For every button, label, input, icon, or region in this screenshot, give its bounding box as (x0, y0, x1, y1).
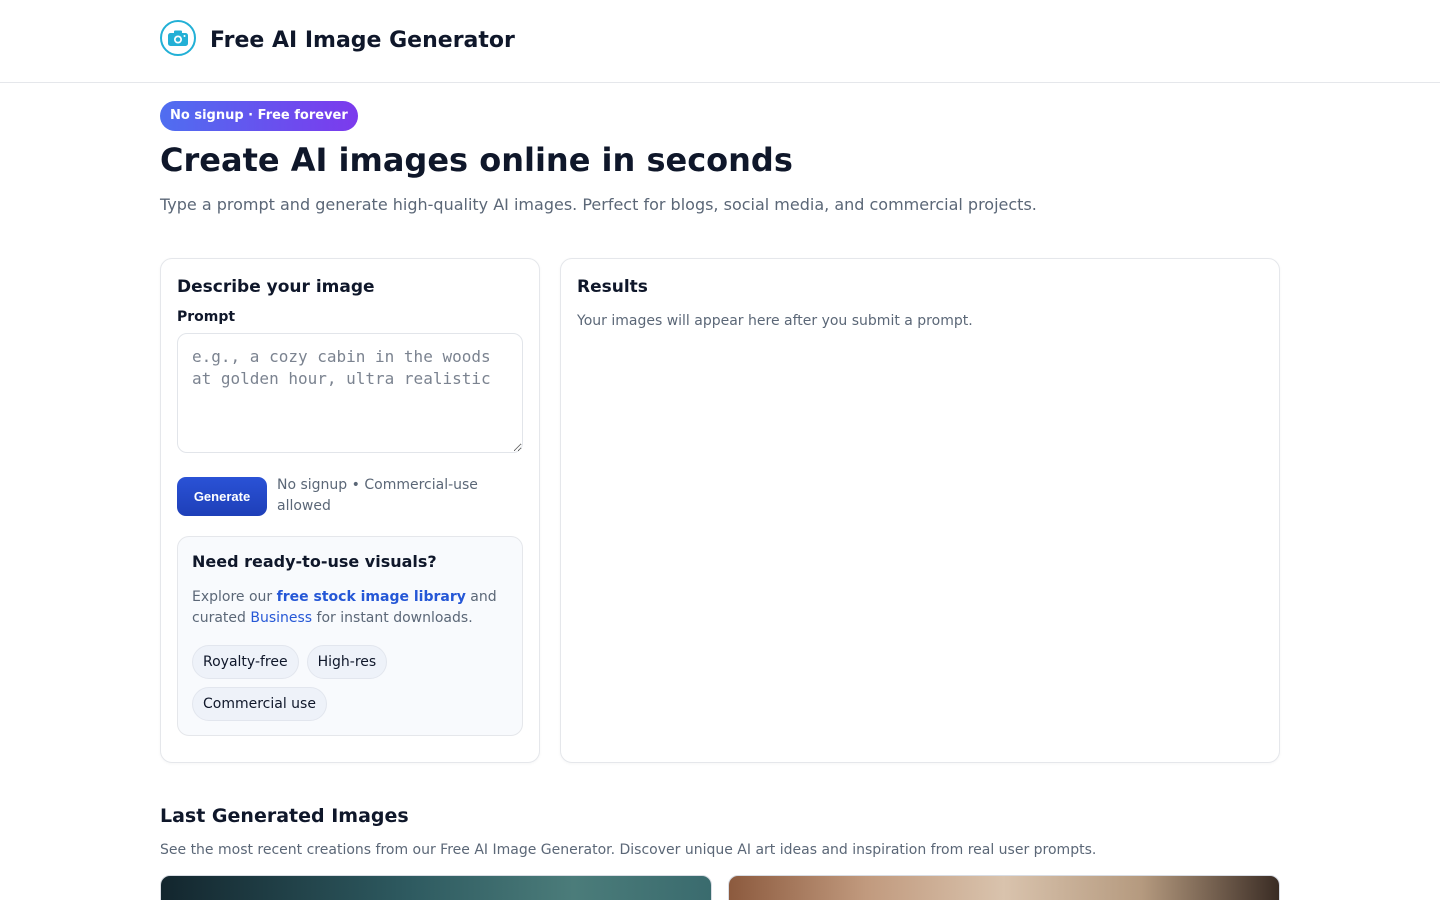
prompt-card: Describe your image Prompt Generate No s… (160, 258, 540, 763)
results-empty-text: Your images will appear here after you s… (577, 313, 973, 329)
chip-high-res: High-res (306, 645, 388, 679)
chip-royalty-free: Royalty-free (192, 645, 299, 679)
chip-commercial-use: Commercial use (192, 687, 327, 721)
results-card: Results Your images will appear here aft… (560, 258, 1280, 763)
promo-text-after: for instant downloads. (312, 610, 473, 626)
main-content: No signup · Free forever Create AI image… (0, 83, 1440, 900)
site-title[interactable]: Free AI Image Generator (210, 28, 515, 53)
feature-chips: Royalty-free High-res Commercial use (192, 645, 492, 721)
stock-library-link[interactable]: free stock image library (277, 589, 466, 605)
prompt-label: Prompt (177, 309, 236, 325)
camera-icon[interactable] (160, 20, 196, 56)
generate-row: Generate No signup • Commercial-use allo… (177, 477, 523, 517)
promo-title: Need ready-to-use visuals? (192, 552, 437, 571)
business-link[interactable]: Business (250, 610, 312, 626)
recent-image-2[interactable] (728, 875, 1280, 900)
prompt-textarea[interactable] (177, 333, 523, 453)
stock-promo-box: Need ready-to-use visuals? Explore our f… (177, 536, 523, 736)
last-generated-title: Last Generated Images (160, 805, 409, 827)
recent-images-gallery (160, 875, 1280, 900)
generate-note: No signup • Commercial-use allowed (277, 477, 478, 514)
promo-text-before: Explore our (192, 589, 277, 605)
generate-button[interactable]: Generate (177, 477, 267, 516)
prompt-card-title: Describe your image (177, 277, 375, 297)
free-forever-badge: No signup · Free forever (160, 101, 358, 131)
page-title: Create AI images online in seconds (160, 141, 793, 179)
last-generated-subtitle: See the most recent creations from our F… (160, 842, 1097, 858)
site-header: Free AI Image Generator (0, 0, 1440, 83)
results-title: Results (577, 277, 648, 297)
generator-panels: Describe your image Prompt Generate No s… (160, 258, 1280, 763)
recent-image-1[interactable] (160, 875, 712, 900)
page-subtitle: Type a prompt and generate high-quality … (160, 195, 1037, 214)
promo-text: Explore our free stock image library and… (192, 587, 508, 629)
